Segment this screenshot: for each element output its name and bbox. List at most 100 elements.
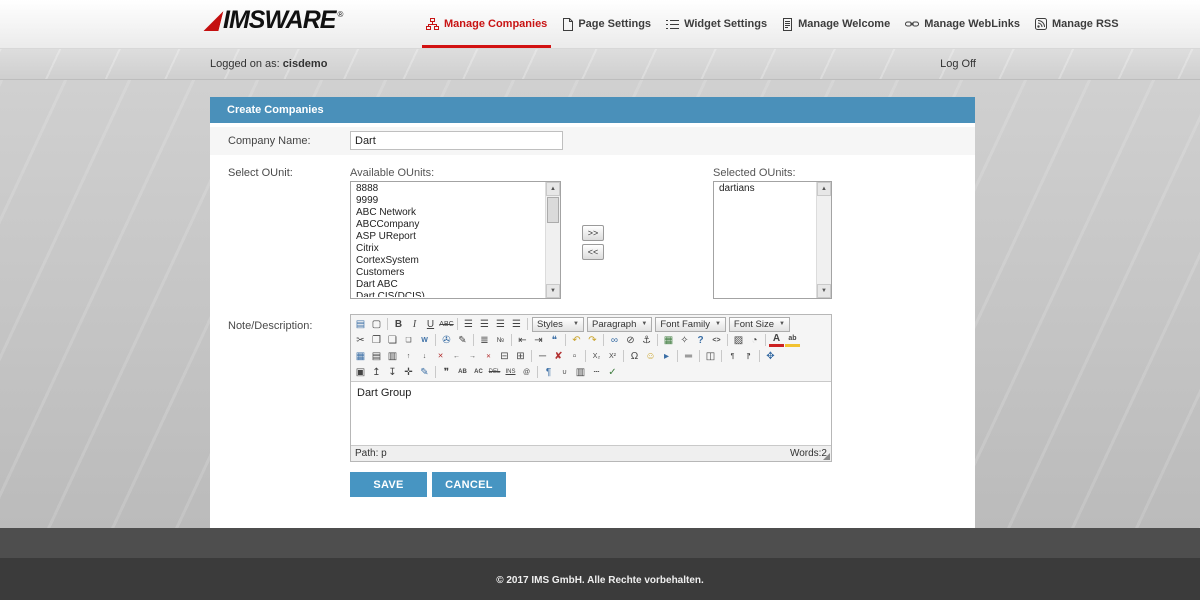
cell-props-icon[interactable]: ▥ — [385, 349, 400, 363]
nonbreaking-icon[interactable]: ∪ — [557, 365, 572, 379]
delete-col-icon[interactable]: ✕ — [481, 349, 496, 363]
editor-resize-handle[interactable] — [823, 453, 830, 460]
scroll-down-icon[interactable]: ▼ — [817, 284, 831, 298]
list-option[interactable]: ASP UReport — [352, 231, 545, 243]
scrollbar-thumb[interactable] — [547, 197, 559, 223]
cleanup-icon[interactable]: ✧ — [677, 333, 692, 347]
table-icon[interactable]: ▦ — [353, 349, 368, 363]
del-icon[interactable]: DEL — [487, 365, 502, 379]
unlink-icon[interactable]: ⊘ — [623, 333, 638, 347]
code-icon[interactable]: <> — [709, 333, 724, 347]
log-off-link[interactable]: Log Off — [940, 58, 976, 70]
dropdown-paragraph[interactable]: Paragraph▼ — [587, 317, 652, 332]
acronym-icon[interactable]: AC — [471, 365, 486, 379]
nav-item-manage-weblinks[interactable]: Manage WebLinks — [905, 0, 1020, 48]
absolute-icon[interactable]: ✛ — [401, 365, 416, 379]
list-option[interactable]: ABC Network — [352, 207, 545, 219]
nav-item-page-settings[interactable]: Page Settings — [562, 0, 651, 48]
advhr-icon[interactable]: ═ — [681, 349, 696, 363]
underline-icon[interactable]: U — [423, 317, 438, 331]
cut-icon[interactable]: ✂ — [353, 333, 368, 347]
align-left-icon[interactable]: ☰ — [461, 317, 476, 331]
list-option[interactable]: dartians — [715, 183, 816, 195]
strikethrough-icon[interactable]: ABC — [439, 317, 454, 331]
charmap-icon[interactable]: Ω — [627, 349, 642, 363]
move-right-button[interactable]: >> — [582, 225, 604, 241]
copy-icon[interactable]: ❐ — [369, 333, 384, 347]
col-before-icon[interactable]: ← — [449, 349, 464, 363]
row-props-icon[interactable]: ▤ — [369, 349, 384, 363]
nav-item-manage-companies[interactable]: Manage Companies — [426, 0, 547, 48]
insert-layer-icon[interactable]: ▣ — [353, 365, 368, 379]
subscript-icon[interactable]: X₂ — [589, 349, 604, 363]
replace-icon[interactable]: ✎ — [455, 333, 470, 347]
editor-content-area[interactable]: Dart Group — [351, 381, 831, 445]
save-icon[interactable]: ▤ — [353, 317, 368, 331]
scroll-down-icon[interactable]: ▼ — [546, 284, 560, 298]
media-icon[interactable]: ▸ — [659, 349, 674, 363]
scroll-up-icon[interactable]: ▲ — [817, 182, 831, 196]
selected-ounits-listbox[interactable]: dartians ▲ ▼ — [713, 181, 832, 299]
attribs-icon[interactable]: @ — [519, 365, 534, 379]
ltr-icon[interactable]: ¶ — [725, 349, 740, 363]
nav-item-widget-settings[interactable]: Widget Settings — [666, 0, 767, 48]
dropdown-font-size[interactable]: Font Size▼ — [729, 317, 790, 332]
bullet-list-icon[interactable]: ≣ — [477, 333, 492, 347]
move-forward-icon[interactable]: ↥ — [369, 365, 384, 379]
pagebreak-icon[interactable]: ┄ — [589, 365, 604, 379]
spellcheck-icon[interactable]: ✓ — [605, 365, 620, 379]
paste-icon[interactable]: ❏ — [385, 333, 400, 347]
blockquote-icon[interactable]: ❝ — [547, 333, 562, 347]
redo-icon[interactable]: ↷ — [585, 333, 600, 347]
list-option[interactable]: 9999 — [352, 195, 545, 207]
paste-word-icon[interactable]: W — [417, 333, 432, 347]
style-props-icon[interactable]: ✎ — [417, 365, 432, 379]
superscript-icon[interactable]: X² — [605, 349, 620, 363]
insert-date-icon[interactable]: ▨ — [731, 333, 746, 347]
bold-icon[interactable]: B — [391, 317, 406, 331]
abbr-icon[interactable]: AB — [455, 365, 470, 379]
visual-chars-icon[interactable]: ¶ — [541, 365, 556, 379]
row-before-icon[interactable]: ↑ — [401, 349, 416, 363]
forecolor-icon[interactable]: A — [769, 333, 784, 347]
move-left-button[interactable]: << — [582, 244, 604, 260]
row-after-icon[interactable]: ↓ — [417, 349, 432, 363]
cancel-button[interactable]: CANCEL — [432, 472, 506, 497]
dropdown-font-family[interactable]: Font Family▼ — [655, 317, 726, 332]
split-cells-icon[interactable]: ⊟ — [497, 349, 512, 363]
numbered-list-icon[interactable]: № — [493, 333, 508, 347]
italic-icon[interactable]: I — [407, 317, 422, 331]
indent-icon[interactable]: ⇥ — [531, 333, 546, 347]
undo-icon[interactable]: ↶ — [569, 333, 584, 347]
outdent-icon[interactable]: ⇤ — [515, 333, 530, 347]
insert-time-icon[interactable]: ◔ — [747, 333, 762, 347]
remove-format-icon[interactable]: ✘ — [551, 349, 566, 363]
print-icon[interactable]: ◫ — [703, 349, 718, 363]
merge-cells-icon[interactable]: ⊞ — [513, 349, 528, 363]
list-option[interactable]: Dart ABC — [352, 279, 545, 291]
link-icon[interactable]: ∞ — [607, 333, 622, 347]
find-icon[interactable]: ✇ — [439, 333, 454, 347]
visual-aid-icon[interactable]: ▫ — [567, 349, 582, 363]
ins-icon[interactable]: INS — [503, 365, 518, 379]
list-option[interactable]: Dart CIS(DCIS) — [352, 291, 545, 297]
scroll-up-icon[interactable]: ▲ — [546, 182, 560, 196]
image-icon[interactable]: ▦ — [661, 333, 676, 347]
paste-text-icon[interactable]: ❏ — [401, 333, 416, 347]
list-option[interactable]: ABCCompany — [352, 219, 545, 231]
save-button[interactable]: SAVE — [350, 472, 427, 497]
move-backward-icon[interactable]: ↧ — [385, 365, 400, 379]
backcolor-icon[interactable]: ab — [785, 333, 800, 347]
nav-item-manage-welcome[interactable]: Manage Welcome — [782, 0, 890, 48]
fullscreen-icon[interactable]: ✥ — [763, 349, 778, 363]
company-name-input[interactable] — [350, 131, 563, 150]
template-icon[interactable]: ▥ — [573, 365, 588, 379]
list-option[interactable]: 8888 — [352, 183, 545, 195]
col-after-icon[interactable]: → — [465, 349, 480, 363]
new-doc-icon[interactable]: ▢ — [369, 317, 384, 331]
rtl-icon[interactable]: ¶ — [741, 349, 756, 363]
anchor-icon[interactable]: ⚓ — [639, 333, 654, 347]
available-ounits-listbox[interactable]: 88889999ABC NetworkABCCompanyASP UReport… — [350, 181, 561, 299]
cite-icon[interactable]: ❞ — [439, 365, 454, 379]
list-option[interactable]: Customers — [352, 267, 545, 279]
